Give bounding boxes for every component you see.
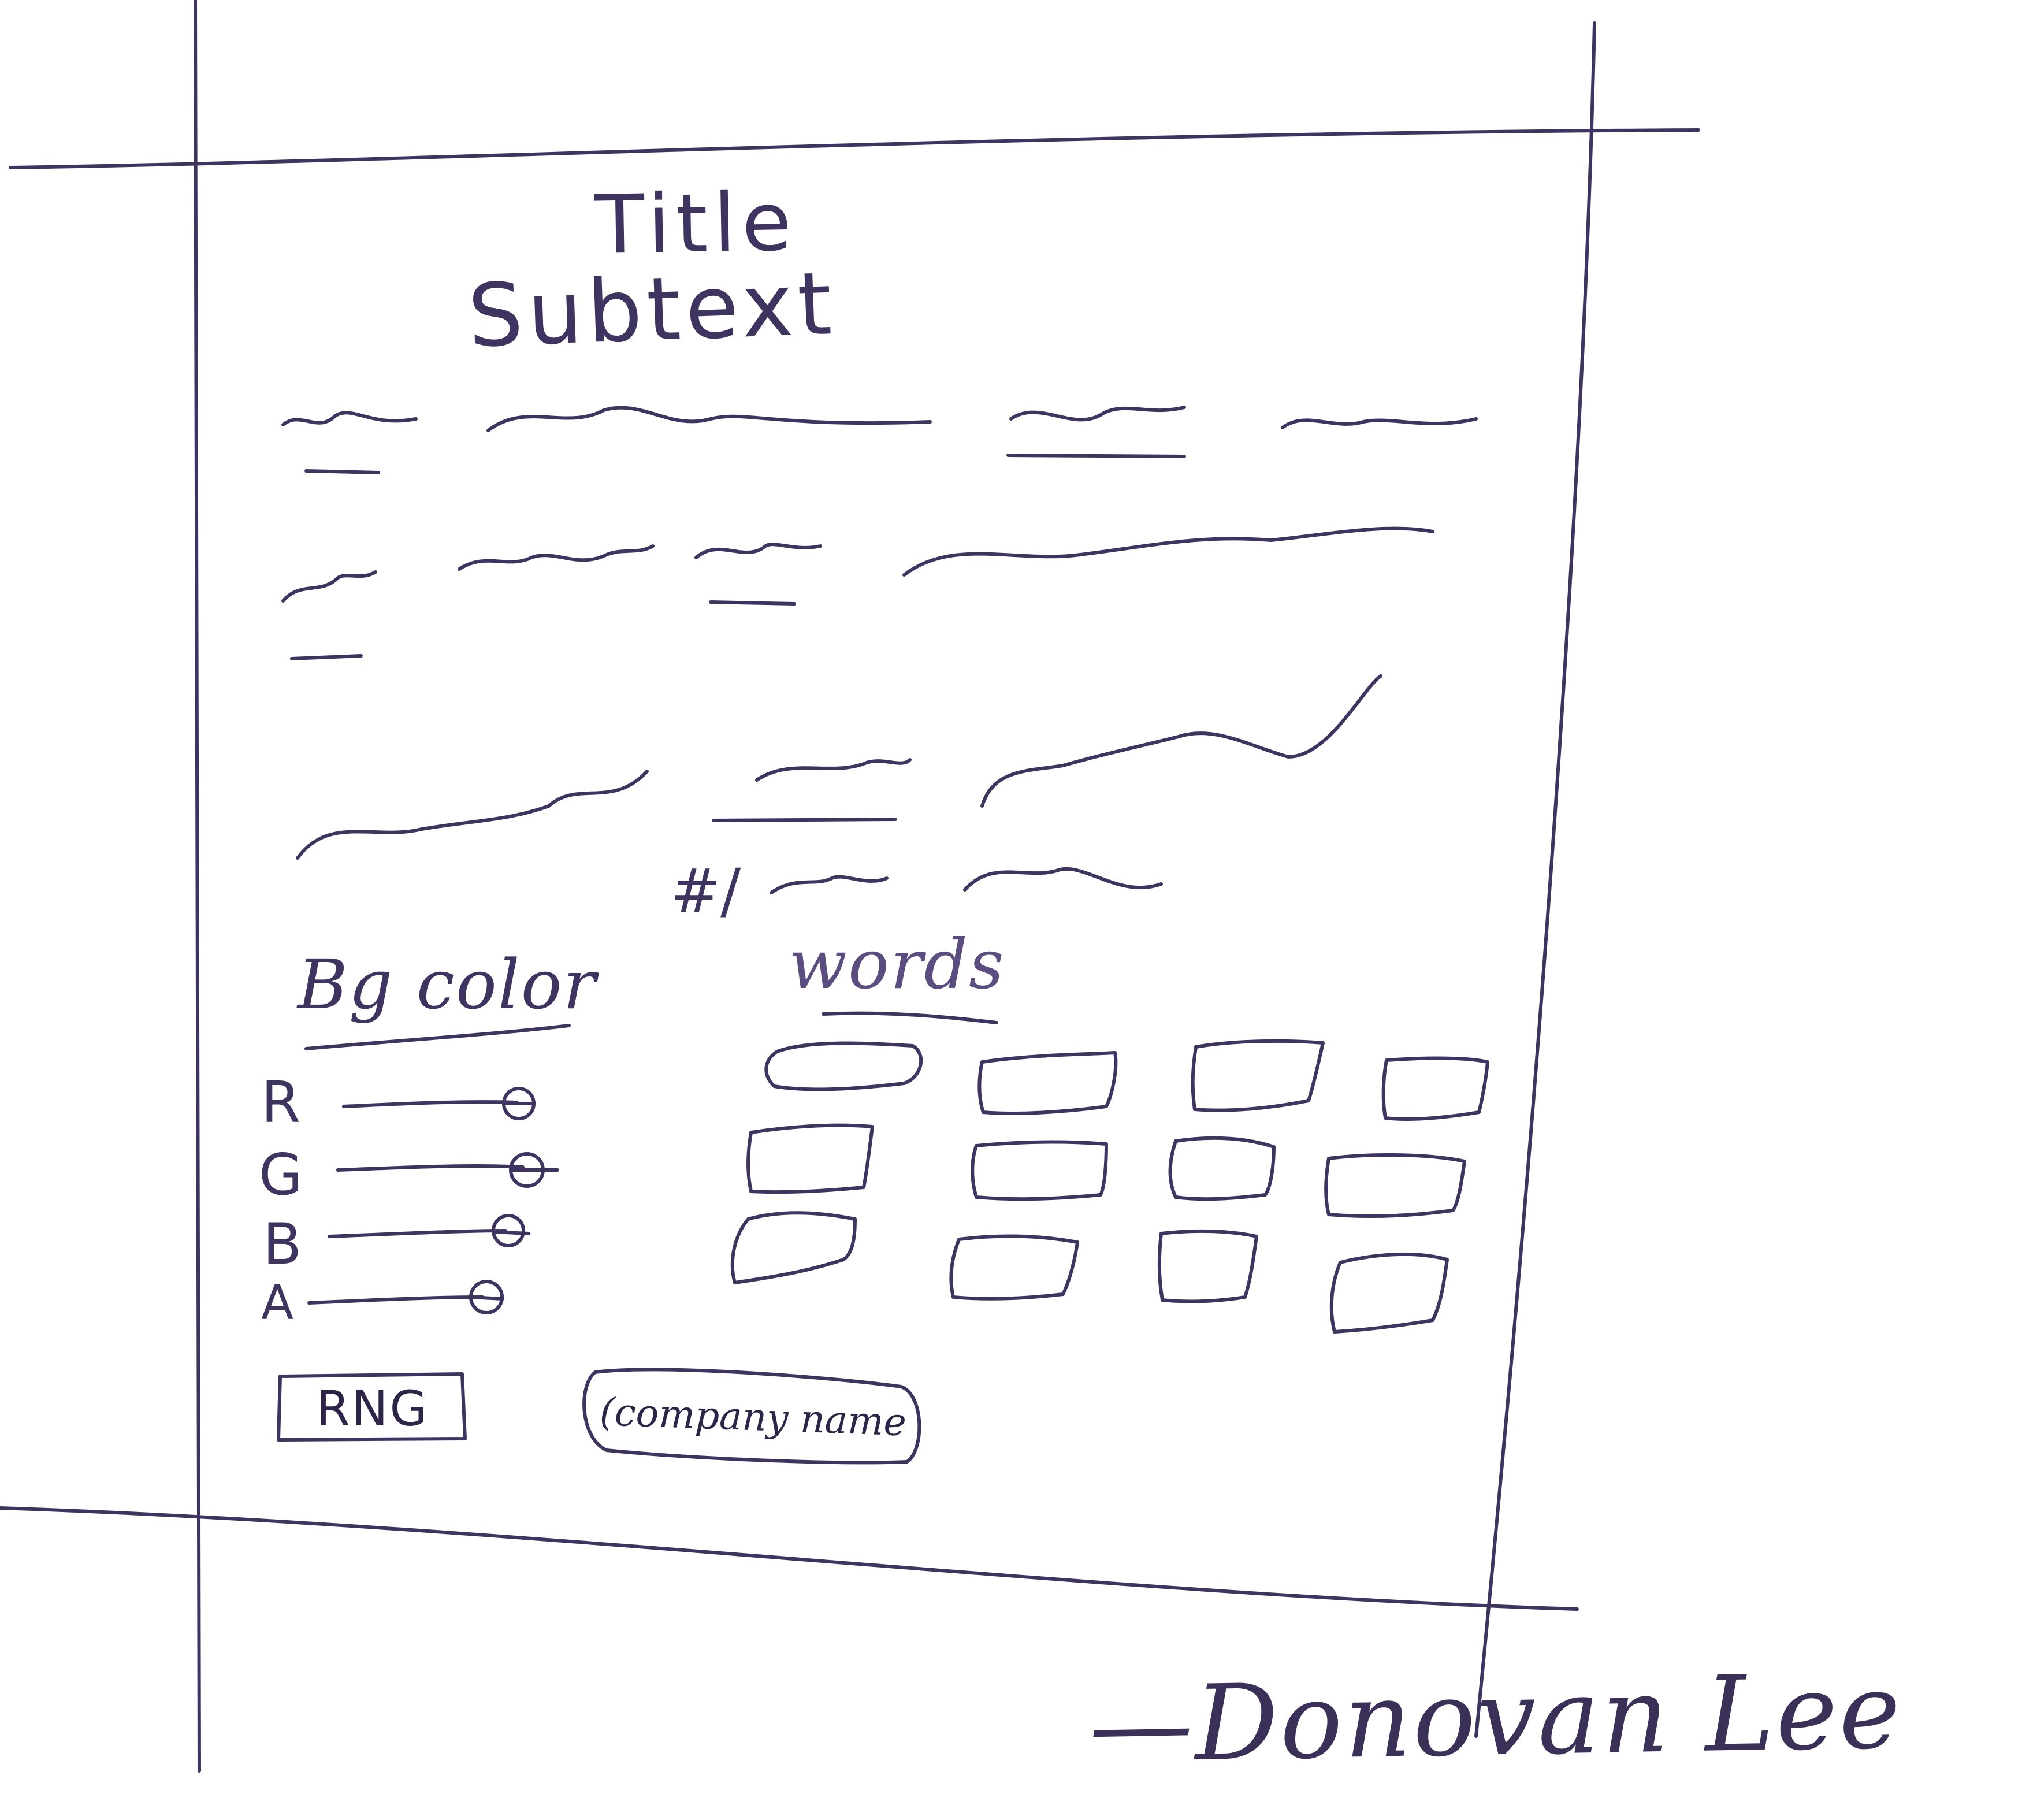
words-label: words (789, 924, 1005, 1004)
word-box[interactable] (1190, 1040, 1326, 1112)
word-box[interactable] (1381, 1054, 1491, 1121)
slider-b[interactable] (326, 1208, 531, 1254)
bg-color-underline (304, 1024, 571, 1050)
word-box[interactable] (731, 1208, 858, 1286)
rng-button[interactable]: RNG (280, 1375, 465, 1442)
slider-r-label: R (261, 1070, 301, 1136)
frame-bottom-line (0, 1506, 1579, 1611)
page-subtext: Subtext (466, 253, 838, 367)
word-box[interactable] (1167, 1135, 1277, 1202)
frame-top-line (9, 128, 1700, 169)
word-box[interactable] (1155, 1228, 1259, 1306)
page-title: Title (594, 174, 798, 273)
frame-right-line (1474, 21, 1596, 1738)
word-box[interactable] (971, 1138, 1109, 1202)
slider-b-label: B (263, 1212, 302, 1277)
slider-a-label: A (261, 1276, 294, 1331)
wireframe-sketch (0, 0, 1700, 1773)
word-box[interactable] (745, 1124, 875, 1193)
slider-g[interactable] (335, 1147, 560, 1193)
signature: —Donovan Lee (1088, 1651, 1904, 1786)
word-box[interactable] (763, 1040, 927, 1092)
slider-r[interactable] (341, 1080, 537, 1127)
frame-left-line (194, 0, 202, 1773)
slider-g-label: G (259, 1142, 303, 1208)
placeholder-text-row-3 (296, 674, 1382, 860)
slider-a[interactable] (306, 1274, 506, 1320)
words-underline (822, 1011, 998, 1024)
word-box[interactable] (1329, 1248, 1450, 1335)
company-name-button[interactable]: (company name (582, 1366, 917, 1468)
bg-color-label: Bg color (298, 945, 597, 1024)
placeholder-text-row-1 (281, 406, 1478, 474)
count-line-squiggle (770, 867, 1163, 894)
word-box[interactable] (947, 1231, 1080, 1303)
word-box[interactable] (1323, 1150, 1467, 1219)
placeholder-text-row-2 (281, 526, 1434, 660)
count-prefix: #/ (670, 856, 741, 926)
word-box[interactable] (976, 1052, 1118, 1115)
